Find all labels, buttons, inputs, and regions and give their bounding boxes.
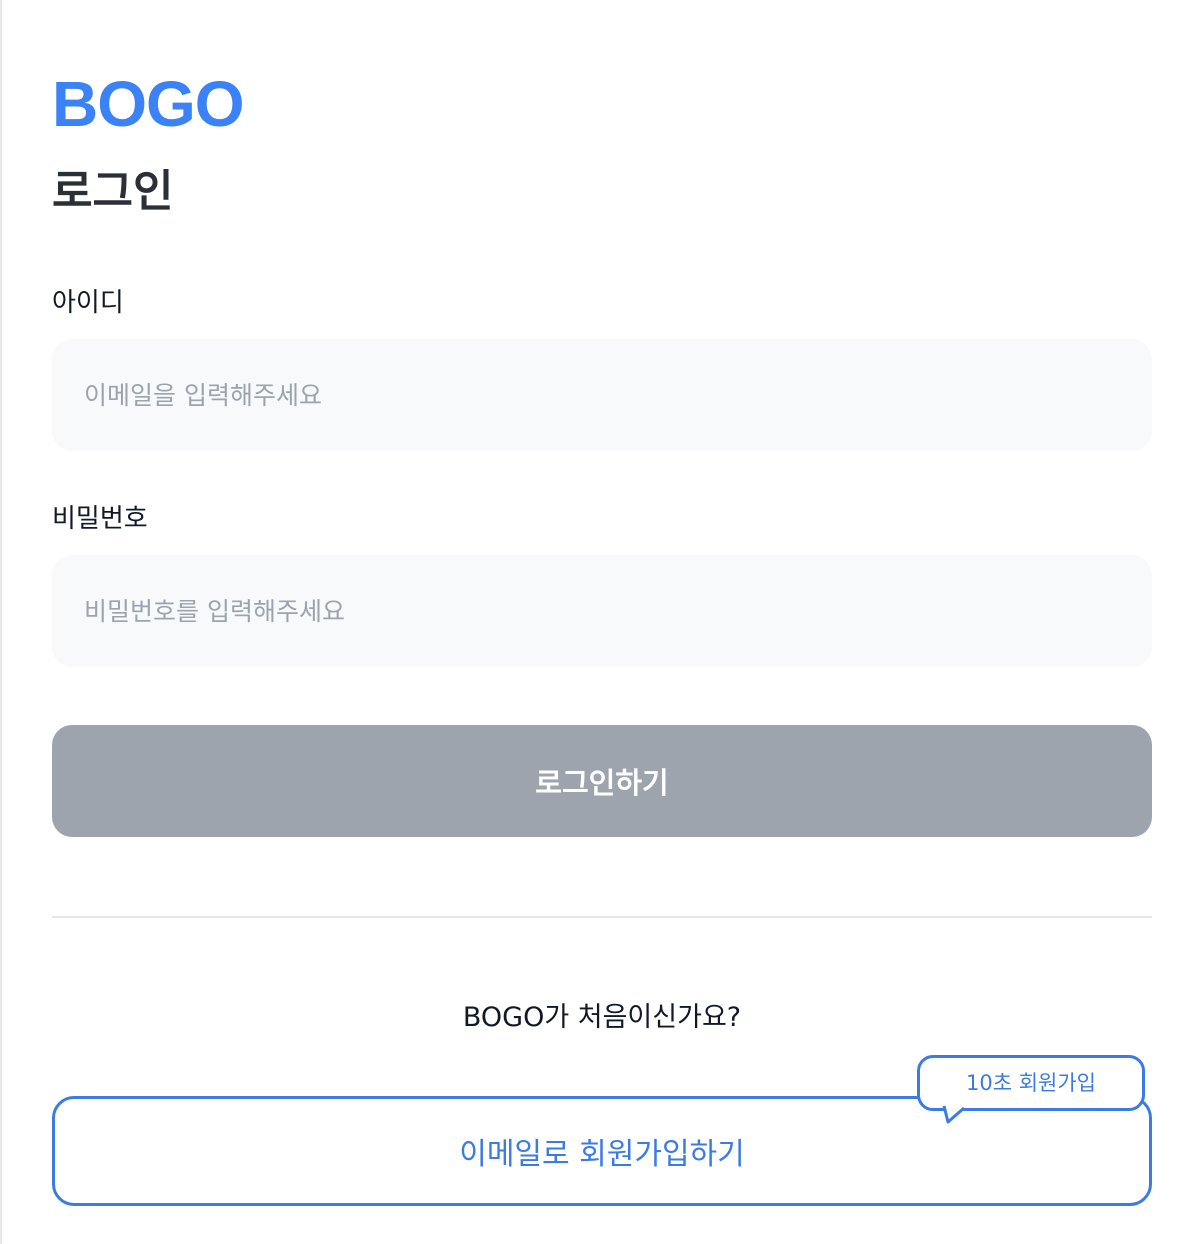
password-label: 비밀번호: [52, 504, 148, 534]
page-title: 로그인: [52, 166, 174, 217]
id-label: 아이디: [52, 288, 124, 318]
bogo-logo: BOGO: [52, 68, 245, 140]
email-signup-button[interactable]: 이메일로 회원가입하기: [52, 1096, 1152, 1206]
signup-tooltip: 10초 회원가입: [917, 1055, 1145, 1111]
divider: [52, 916, 1152, 918]
email-input[interactable]: [52, 339, 1152, 451]
signup-prompt: BOGO가 처음이신가요?: [462, 1002, 742, 1033]
login-page: BOGO 로그인 아이디 비밀번호 로그인하기 BOGO가 처음이신가요? 이메…: [0, 0, 1188, 1244]
login-button[interactable]: 로그인하기: [52, 725, 1152, 837]
password-input[interactable]: [52, 555, 1152, 667]
